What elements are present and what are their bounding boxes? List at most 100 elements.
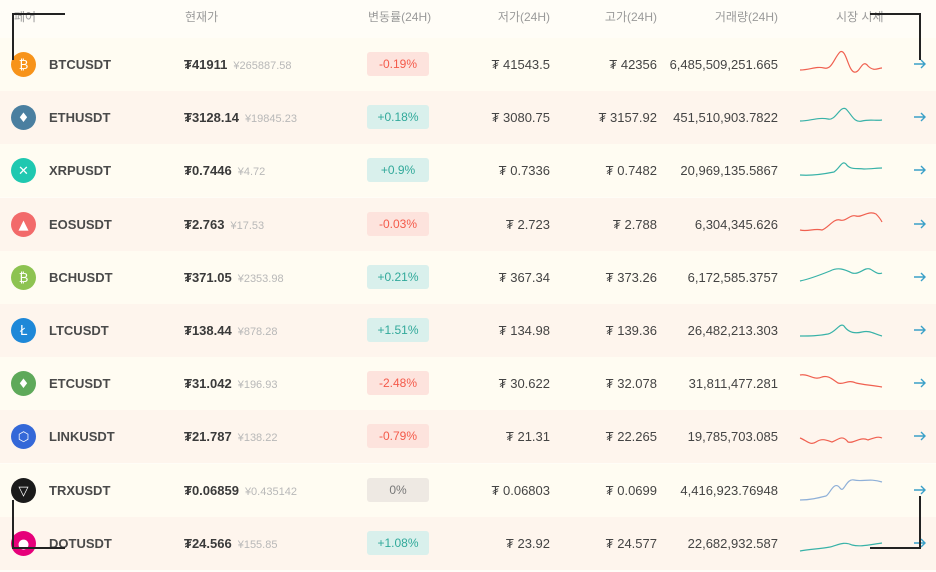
pair-symbol[interactable]: ETCUSDT	[49, 357, 110, 410]
price-usdt: ₮0.7446	[184, 163, 232, 179]
change-badge: +0.18%	[367, 105, 429, 130]
column-header-low[interactable]: 저가(24H)	[498, 8, 550, 25]
table-row[interactable]: Ł LTCUSDT ₮138.44 ¥878.28 +1.51% ₮ 134.98…	[0, 304, 936, 357]
svg-text:♦: ♦	[18, 377, 30, 392]
price-usdt: ₮3128.14	[184, 110, 239, 126]
sparkline-chart	[799, 374, 883, 388]
current-price: ₮0.7446 ¥4.72	[184, 144, 265, 197]
current-price: ₮24.566 ¥155.85	[184, 517, 277, 570]
price-cny: ¥0.435142	[244, 485, 297, 498]
table-row[interactable]: ₿ BTCUSDT ₮41911 ¥265887.58 -0.19% ₮ 4154…	[0, 38, 936, 91]
svg-text:▲: ▲	[19, 218, 29, 233]
price-usdt: ₮21.787	[184, 429, 232, 445]
table-row[interactable]: ₿ BCHUSDT ₮371.05 ¥2353.98 +0.21% ₮ 367.3…	[0, 250, 936, 304]
arrow-right-icon[interactable]	[912, 269, 928, 285]
arrow-right-icon[interactable]	[912, 162, 928, 178]
low-24h: ₮ 134.98	[498, 323, 550, 338]
bitcoin-cash-icon: ₿	[11, 264, 36, 290]
price-usdt: ₮24.566	[184, 535, 232, 551]
sparkline-chart	[799, 107, 883, 123]
price-usdt: ₮41911	[184, 57, 228, 72]
sparkline-chart	[799, 162, 883, 177]
table-row[interactable]: ✕ XRPUSDT ₮0.7446 ¥4.72 +0.9% ₮ 0.7336 ₮ …	[0, 144, 936, 198]
low-24h: ₮ 23.92	[505, 535, 550, 551]
arrow-right-icon[interactable]	[912, 322, 928, 338]
chainlink-icon: ⬡	[11, 424, 36, 450]
high-24h: ₮ 0.7482	[605, 163, 657, 179]
table-row[interactable]: ♦ ETHUSDT ₮3128.14 ¥19845.23 +0.18% ₮ 308…	[0, 91, 936, 145]
pair-symbol[interactable]: BCHUSDT	[49, 251, 113, 304]
high-24h: ₮ 2.788	[612, 216, 657, 232]
change-badge: 0%	[367, 477, 429, 502]
current-price: ₮0.06859 ¥0.435142	[184, 464, 297, 517]
column-header-volume[interactable]: 거래량(24H)	[715, 8, 778, 25]
current-price: ₮138.44 ¥878.28	[184, 304, 277, 357]
current-price: ₮3128.14 ¥19845.23	[184, 91, 297, 144]
low-24h: ₮ 367.34	[498, 269, 550, 285]
sparkline-chart	[799, 211, 883, 231]
table-row[interactable]: ● DOTUSDT ₮24.566 ¥155.85 +1.08% ₮ 23.92 …	[0, 516, 936, 570]
low-24h: ₮ 3080.75	[491, 110, 550, 126]
change-badge: +0.21%	[367, 264, 429, 289]
price-usdt: ₮31.042	[184, 376, 232, 392]
high-24h: ₮ 22.265	[605, 429, 657, 445]
capture-corner-top-left	[12, 13, 65, 60]
price-usdt: ₮138.44	[184, 323, 232, 338]
sparkline-chart	[799, 324, 883, 337]
sparkline-chart	[799, 436, 883, 445]
high-24h: ₮ 373.26	[605, 269, 657, 285]
high-24h: ₮ 0.0699	[605, 482, 657, 498]
arrow-right-icon[interactable]	[912, 375, 928, 391]
change-badge: -0.79%	[367, 424, 429, 449]
volume-24h: 6,485,509,251.665	[669, 57, 778, 72]
change-badge: -0.03%	[367, 211, 429, 236]
eos-icon: ▲	[11, 211, 36, 237]
pair-symbol[interactable]: LINKUSDT	[49, 410, 115, 463]
table-row[interactable]: ⬡ LINKUSDT ₮21.787 ¥138.22 -0.79% ₮ 21.31…	[0, 410, 936, 464]
volume-24h: 6,172,585.3757	[687, 269, 778, 285]
pair-symbol[interactable]: ETHUSDT	[49, 91, 110, 144]
column-header-high[interactable]: 고가(24H)	[605, 8, 657, 25]
current-price: ₮21.787 ¥138.22	[184, 410, 277, 463]
price-usdt: ₮2.763	[184, 216, 225, 232]
table-row[interactable]: ▲ EOSUSDT ₮2.763 ¥17.53 -0.03% ₮ 2.723 ₮ …	[0, 197, 936, 251]
arrow-right-icon[interactable]	[912, 428, 928, 444]
current-price: ₮31.042 ¥196.93	[184, 357, 277, 410]
high-24h: ₮ 42356	[609, 57, 657, 72]
high-24h: ₮ 139.36	[605, 323, 657, 338]
ethereum-classic-icon: ♦	[11, 371, 36, 397]
svg-text:♦: ♦	[18, 111, 30, 126]
price-cny: ¥155.85	[237, 538, 278, 551]
arrow-right-icon[interactable]	[912, 216, 928, 232]
table-row[interactable]: ▽ TRXUSDT ₮0.06859 ¥0.435142 0% ₮ 0.06803…	[0, 463, 936, 517]
price-usdt: ₮371.05	[184, 269, 232, 285]
volume-24h: 451,510,903.7822	[673, 110, 778, 126]
change-badge: -2.48%	[367, 371, 429, 396]
sparkline-chart	[799, 267, 883, 282]
low-24h: ₮ 30.622	[498, 376, 550, 392]
high-24h: ₮ 32.078	[605, 376, 657, 392]
column-header-price[interactable]: 현재가	[185, 8, 218, 25]
pair-symbol[interactable]: XRPUSDT	[49, 144, 111, 197]
pair-symbol[interactable]: LTCUSDT	[49, 304, 109, 357]
svg-text:₿: ₿	[19, 271, 29, 286]
change-badge: +1.08%	[367, 530, 429, 555]
price-cny: ¥4.72	[237, 166, 266, 179]
price-cny: ¥265887.58	[233, 60, 292, 72]
price-usdt: ₮0.06859	[184, 482, 239, 498]
table-row[interactable]: ♦ ETCUSDT ₮31.042 ¥196.93 -2.48% ₮ 30.622…	[0, 357, 936, 411]
pair-symbol[interactable]: EOSUSDT	[49, 198, 112, 251]
current-price: ₮41911 ¥265887.58	[184, 38, 292, 91]
ethereum-icon: ♦	[11, 105, 36, 131]
capture-corner-bottom-right	[870, 496, 921, 549]
high-24h: ₮ 24.577	[605, 535, 657, 551]
arrow-right-icon[interactable]	[912, 109, 928, 125]
low-24h: ₮ 41543.5	[491, 57, 550, 72]
svg-text:✕: ✕	[18, 164, 29, 179]
current-price: ₮371.05 ¥2353.98	[184, 251, 284, 304]
price-cny: ¥2353.98	[237, 272, 284, 285]
column-header-change[interactable]: 변동률(24H)	[368, 8, 431, 25]
volume-24h: 20,969,135.5867	[680, 163, 778, 179]
change-badge: -0.19%	[367, 52, 429, 76]
change-badge: +1.51%	[367, 318, 429, 342]
